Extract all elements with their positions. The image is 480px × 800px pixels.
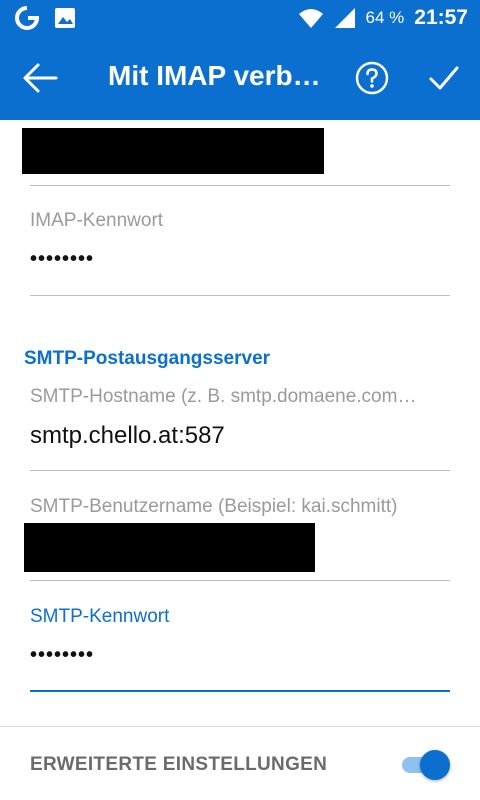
advanced-settings-label: ERWEITERTE EINSTELLUNGEN <box>30 754 328 775</box>
will-app-icon <box>15 6 40 30</box>
image-icon <box>55 8 75 28</box>
app-bar: Mit IMAP verb… <box>0 36 480 120</box>
smtp-hostname-field[interactable]: SMTP-Hostname (z. B. smtp.domaene.com… s… <box>30 382 450 472</box>
signal-icon <box>334 8 355 28</box>
smtp-password-label: SMTP-Kennwort <box>30 606 170 627</box>
checkmark-icon[interactable] <box>428 64 460 92</box>
imap-password-label: IMAP-Kennwort <box>30 210 164 231</box>
battery-level: 64 % <box>365 8 405 27</box>
smtp-username-label: SMTP-Benutzername (Beispiel: kai.schmitt… <box>30 496 398 517</box>
smtp-hostname-underline <box>30 470 450 471</box>
smtp-hostname-label: SMTP-Hostname (z. B. smtp.domaene.com… <box>30 386 417 407</box>
wifi-icon <box>298 9 323 28</box>
imap-password-underline <box>30 295 450 296</box>
divider <box>0 726 480 727</box>
arrow-left-icon[interactable] <box>22 62 58 94</box>
settings-form: IMAP-Kennwort •••••••• SMTP-Postausgangs… <box>0 120 480 800</box>
imap-password-input[interactable]: •••••••• <box>30 248 94 271</box>
smtp-password-input[interactable]: •••••••• <box>30 644 94 667</box>
smtp-section-title: SMTP-Postausgangsserver <box>24 348 271 369</box>
smtp-password-underline <box>30 690 450 692</box>
smtp-username-underline <box>30 580 450 581</box>
imap-password-field[interactable]: IMAP-Kennwort •••••••• <box>30 206 450 296</box>
toggle-thumb[interactable] <box>420 750 450 780</box>
smtp-password-field[interactable]: SMTP-Kennwort •••••••• <box>30 602 450 694</box>
clock: 21:57 <box>414 6 468 29</box>
username-underline <box>30 185 450 186</box>
status-bar: 64 % 21:57 <box>0 0 480 36</box>
advanced-settings-toggle[interactable] <box>400 748 452 782</box>
redacted-username-value <box>22 128 324 174</box>
page-title: Mit IMAP verb… <box>108 60 321 91</box>
smtp-hostname-input[interactable]: smtp.chello.at:587 <box>30 422 225 450</box>
help-circle-icon[interactable] <box>355 61 389 95</box>
redacted-smtp-username-value <box>24 523 315 572</box>
